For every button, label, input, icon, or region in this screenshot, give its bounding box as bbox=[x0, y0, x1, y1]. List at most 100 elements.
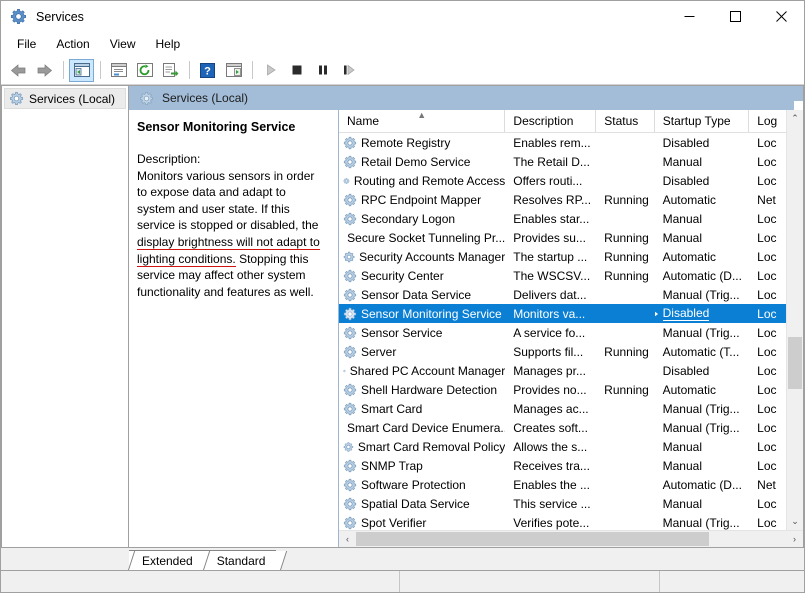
start-service-button[interactable] bbox=[258, 59, 283, 82]
cell-log-on-as: Loc bbox=[757, 135, 777, 150]
services-list-panel: ▲ Name Description Status Startup Type L… bbox=[339, 110, 803, 547]
table-row[interactable]: Security Center The WSCSV... Running Automa… bbox=[339, 266, 786, 285]
cell-startup-type: Manual bbox=[662, 230, 702, 245]
scroll-down-button[interactable]: ⌄ bbox=[787, 513, 803, 530]
menu-action[interactable]: Action bbox=[46, 34, 99, 54]
close-button[interactable] bbox=[758, 1, 804, 32]
show-console-tree-icon bbox=[73, 62, 90, 77]
service-gear-icon bbox=[343, 441, 354, 452]
table-row[interactable]: Smart Card Device Enumera... Creates soft… bbox=[339, 418, 786, 437]
service-name-text: Sensor Monitoring Service bbox=[361, 306, 502, 321]
table-row[interactable]: Sensor Service A service fo... Manual (Tri… bbox=[339, 323, 786, 342]
status-bar bbox=[1, 570, 804, 592]
column-header-status[interactable]: Status bbox=[596, 110, 655, 132]
table-row[interactable]: Spatial Data Service This service ... Manu… bbox=[339, 494, 786, 513]
restart-service-button[interactable] bbox=[336, 59, 361, 82]
table-row[interactable]: Sensor Monitoring Service Monitors va... … bbox=[339, 304, 786, 323]
main-body: Services (Local) Services (Local) Sensor… bbox=[1, 85, 804, 548]
tree-item-label: Services (Local) bbox=[29, 91, 116, 106]
tree-item-services-local[interactable]: Services (Local) bbox=[4, 88, 126, 109]
service-gear-icon bbox=[343, 383, 357, 396]
show-console-tree-button[interactable] bbox=[69, 58, 94, 82]
table-row[interactable]: RPC Endpoint Mapper Resolves RP... Running… bbox=[339, 190, 786, 209]
properties-button[interactable] bbox=[106, 59, 131, 82]
horizontal-scroll-track[interactable] bbox=[356, 531, 786, 547]
help-button[interactable]: ? bbox=[195, 59, 220, 82]
cell-log-on-as: Loc bbox=[757, 211, 777, 226]
vertical-scrollbar[interactable]: ⌃ ⌄ bbox=[786, 110, 803, 530]
cell-log-on-as: Loc bbox=[757, 325, 777, 340]
table-row[interactable]: Security Accounts Manager The startup ...… bbox=[339, 247, 786, 266]
cell-status: Running bbox=[604, 230, 649, 245]
restart-service-icon bbox=[343, 64, 355, 76]
tab-standard[interactable]: Standard bbox=[203, 550, 277, 570]
cell-log-on-as: Loc bbox=[757, 154, 777, 169]
menu-file[interactable]: File bbox=[7, 34, 46, 54]
cell-log-on-as: Loc bbox=[757, 496, 777, 511]
content-pane: Services (Local) Sensor Monitoring Servi… bbox=[128, 85, 804, 548]
column-header-name[interactable]: ▲ Name bbox=[339, 110, 506, 132]
cell-startup-type: Automatic bbox=[662, 382, 716, 397]
scroll-up-button[interactable]: ⌃ bbox=[787, 110, 803, 127]
cell-status: Running bbox=[604, 249, 649, 264]
table-row[interactable]: Secure Socket Tunneling Pr... Provides su… bbox=[339, 228, 786, 247]
cell-description: Verifies pote... bbox=[513, 515, 590, 530]
cell-log-on-as: Loc bbox=[757, 401, 777, 416]
table-row[interactable]: Remote Registry Enables rem... Disabled Loc bbox=[339, 133, 786, 152]
service-gear-icon bbox=[343, 478, 357, 491]
cell-service-name: Sensor Data Service bbox=[339, 288, 505, 302]
cell-log-on-as: Loc bbox=[757, 249, 777, 264]
column-header-log-on-as-label: Log bbox=[757, 114, 778, 128]
export-list-button[interactable] bbox=[158, 59, 183, 82]
cell-startup-type: Manual bbox=[662, 496, 702, 511]
tab-extended[interactable]: Extended bbox=[129, 550, 204, 570]
cell-service-name: Sensor Service bbox=[339, 326, 505, 340]
table-row[interactable]: Routing and Remote Access Offers routi...… bbox=[339, 171, 786, 190]
table-row[interactable]: SNMP Trap Receives tra... Manual Loc bbox=[339, 456, 786, 475]
table-row[interactable]: Smart Card Removal Policy Allows the s...… bbox=[339, 437, 786, 456]
pause-service-button[interactable] bbox=[310, 59, 335, 82]
column-header-description[interactable]: Description bbox=[505, 110, 597, 132]
back-button[interactable] bbox=[6, 59, 31, 82]
table-row[interactable]: Shared PC Account Manager Manages pr... Di… bbox=[339, 361, 786, 380]
table-row[interactable]: Sensor Data Service Delivers dat... Manual… bbox=[339, 285, 786, 304]
vertical-scroll-track[interactable] bbox=[787, 127, 803, 513]
table-row[interactable]: Spot Verifier Verifies pote... Manual (Tri… bbox=[339, 513, 786, 530]
cell-log-on-as: Loc bbox=[757, 363, 777, 378]
table-row[interactable]: Server Supports fil... Running Automatic (T… bbox=[339, 342, 786, 361]
table-row[interactable]: Smart Card Manages ac... Manual (Trig... Lo… bbox=[339, 399, 786, 418]
forward-button[interactable] bbox=[32, 59, 57, 82]
table-row[interactable]: Secondary Logon Enables star... Manual Loc bbox=[339, 209, 786, 228]
table-row[interactable]: Software Protection Enables the ... Automa… bbox=[339, 475, 786, 494]
table-row[interactable]: Retail Demo Service The Retail D... Manual… bbox=[339, 152, 786, 171]
cell-service-name: Shared PC Account Manager bbox=[339, 364, 505, 378]
stop-service-button[interactable] bbox=[284, 59, 309, 82]
table-row[interactable]: Shell Hardware Detection Provides no... Ru… bbox=[339, 380, 786, 399]
minimize-button[interactable] bbox=[666, 1, 712, 32]
cell-service-name: Security Accounts Manager bbox=[339, 250, 505, 264]
horizontal-scroll-thumb[interactable] bbox=[356, 532, 709, 546]
column-header-startup-type[interactable]: Startup Type bbox=[655, 110, 750, 132]
cell-log-on-as: Loc bbox=[757, 515, 777, 530]
refresh-button[interactable] bbox=[132, 59, 157, 82]
cell-startup-type: Disabled bbox=[654, 306, 750, 321]
show-action-pane-button[interactable] bbox=[221, 59, 246, 82]
menu-view[interactable]: View bbox=[100, 34, 146, 54]
refresh-icon bbox=[136, 62, 153, 77]
horizontal-scrollbar[interactable]: ‹ › bbox=[339, 530, 803, 547]
scroll-right-button[interactable]: › bbox=[786, 531, 803, 547]
vertical-scroll-thumb[interactable] bbox=[788, 337, 802, 389]
cell-service-name: Secondary Logon bbox=[339, 212, 505, 226]
cell-description: Manages ac... bbox=[513, 401, 589, 416]
description-text: Monitors various sensors in order to exp… bbox=[137, 168, 326, 301]
column-header-log-on-as[interactable]: Log bbox=[749, 110, 786, 132]
cell-startup-type: Manual (Trig... bbox=[662, 287, 740, 302]
cell-service-name: Smart Card Device Enumera... bbox=[339, 421, 505, 435]
properties-icon bbox=[110, 62, 127, 77]
help-icon: ? bbox=[200, 62, 215, 78]
maximize-button[interactable] bbox=[712, 1, 758, 32]
pause-service-icon bbox=[318, 65, 327, 75]
service-gear-icon bbox=[343, 345, 357, 358]
menu-help[interactable]: Help bbox=[146, 34, 191, 54]
scroll-left-button[interactable]: ‹ bbox=[339, 531, 356, 547]
